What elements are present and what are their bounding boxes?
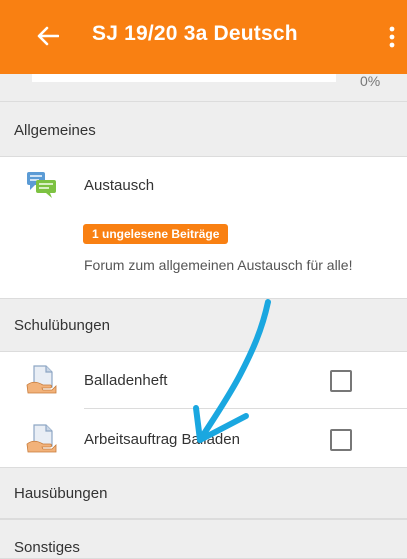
activity-arbeitsauftrag-balladen[interactable]: Arbeitsauftrag Balladen: [0, 412, 407, 466]
activity-austausch[interactable]: Austausch: [0, 158, 407, 212]
activity-name: Austausch: [84, 177, 155, 194]
completion-checkbox[interactable]: [330, 429, 352, 451]
arrow-left-icon: [37, 26, 59, 46]
section-title: Sonstiges: [14, 539, 80, 556]
progress-bar: [32, 74, 336, 82]
section-title: Allgemeines: [14, 122, 96, 139]
unread-posts-badge: 1 ungelesene Beiträge: [83, 224, 229, 244]
app-bar: SJ 19/20 3a Deutsch: [0, 0, 407, 74]
course-title: SJ 19/20 3a Deutsch: [92, 22, 298, 45]
assignment-icon: [26, 424, 57, 453]
overflow-menu-button[interactable]: [380, 22, 404, 52]
section-header-schuluebungen[interactable]: Schulübungen: [0, 298, 407, 352]
activity-name: Balladenheft: [84, 372, 168, 389]
divider: [84, 408, 407, 409]
activity-balladenheft[interactable]: Balladenheft: [0, 353, 407, 407]
section-header-sonstiges[interactable]: Sonstiges: [0, 519, 407, 559]
progress-label: 0%: [360, 73, 381, 89]
section-header-allgemeines[interactable]: Allgemeines: [0, 101, 407, 157]
back-button[interactable]: [34, 20, 62, 52]
section-title: Hausübungen: [14, 485, 108, 502]
forum-icon: [27, 172, 56, 198]
section-header-hausuebungen[interactable]: Hausübungen: [0, 467, 407, 519]
activity-description: Forum zum allgemeinen Austausch für alle…: [84, 257, 353, 273]
more-vert-icon: [389, 26, 395, 48]
activity-name: Arbeitsauftrag Balladen: [84, 431, 240, 448]
completion-checkbox[interactable]: [330, 370, 352, 392]
assignment-icon: [26, 365, 57, 394]
course-progress: 0%: [0, 73, 407, 101]
section-title: Schulübungen: [14, 317, 110, 334]
